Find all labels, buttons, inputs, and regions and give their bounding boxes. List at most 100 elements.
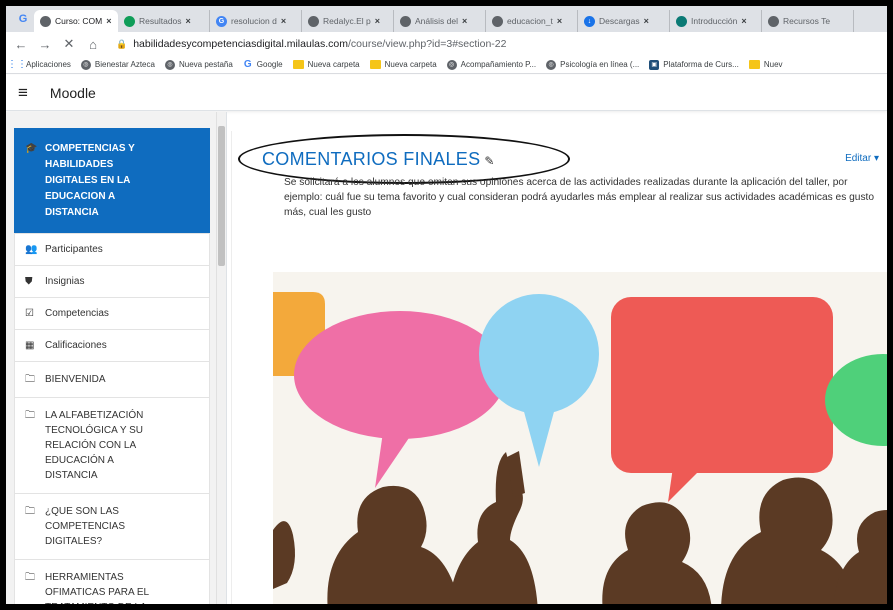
tab-close-icon[interactable]: ×: [281, 16, 286, 26]
drawer-section-item[interactable]: 🗀 ¿QUE SON LAS COMPETENCIAS DIGITALES?: [14, 493, 210, 559]
bookmark-item[interactable]: Nueva carpeta: [369, 60, 437, 69]
nav-drawer: 🎓 COMPETENCIAS Y HABILIDADES DIGITALES EN…: [6, 112, 227, 604]
bookmark-label: Bienestar Azteca: [94, 60, 155, 69]
drawer-section-item[interactable]: 🗀 BIENVENIDA: [14, 361, 210, 397]
browser-toolbar: ← → ✕ ⌂ 🔒 habilidadesycompetenciasdigita…: [6, 32, 887, 56]
home-icon[interactable]: ⌂: [84, 35, 102, 53]
bookmark-label: Nueva carpeta: [384, 60, 437, 69]
google-icon: G: [216, 15, 227, 27]
site-name[interactable]: Moodle: [50, 85, 96, 101]
drawer-link-item[interactable]: 👥 Participantes: [14, 233, 210, 265]
tab-close-icon[interactable]: ×: [741, 16, 746, 26]
folder-icon: 🗀: [25, 374, 35, 385]
browser-tab[interactable]: educacion_t ×: [486, 10, 578, 32]
url-path: /course/view.php?id=3#section-22: [348, 38, 507, 50]
drawer-item-label: Competencias: [45, 308, 109, 319]
globe-icon: ◎: [80, 59, 91, 70]
bookmark-label: Nueva pestaña: [178, 60, 233, 69]
browser-tab[interactable]: Gresolucion d ×: [210, 10, 302, 32]
tab-title: Resultados: [139, 16, 182, 26]
address-bar[interactable]: habilidadesycompetenciasdigital.milaulas…: [133, 38, 506, 50]
bookmark-item[interactable]: ▣ Plataforma de Curs...: [649, 59, 739, 70]
tab-title: resolucion d: [231, 16, 277, 26]
tab-close-icon[interactable]: ×: [644, 16, 649, 26]
tab-close-icon[interactable]: ×: [375, 16, 380, 26]
drawer-link-item[interactable]: ☑ Competencias: [14, 297, 210, 329]
tab-title: Redalyc.El p: [323, 16, 371, 26]
bookmark-item[interactable]: ◎ Bienestar Azteca: [80, 59, 155, 70]
drawer-section-item[interactable]: 🗀 HERRAMIENTAS OFIMATICAS PARA EL TRATAMI…: [14, 559, 210, 604]
section-summary: Se solicitará a los alumnos que emitan s…: [284, 177, 875, 218]
drawer-item-label: BIENVENIDA: [45, 374, 106, 385]
drawer-link-item[interactable]: ▦ Calificaciones: [14, 329, 210, 361]
folder-icon: [748, 60, 760, 69]
browser-tab[interactable]: Introducción ×: [670, 10, 762, 32]
tab-close-icon[interactable]: ×: [106, 16, 111, 26]
globe-icon: ◎: [164, 59, 175, 70]
folder-icon: 🗀: [25, 572, 35, 583]
globe-icon: [400, 15, 411, 27]
bookmark-label: Plataforma de Curs...: [663, 60, 739, 69]
drawer-link-item[interactable]: ⛊ Insignias: [14, 265, 210, 297]
back-arrow-icon[interactable]: ←: [12, 35, 30, 53]
tab-strip: G Curso: COM × Resultados × Gresolucion d × Re…: [6, 6, 887, 32]
tab-title: Recursos Te: [783, 16, 831, 26]
download-icon: ↓: [584, 15, 595, 27]
drawer-item-label: Insignias: [45, 276, 85, 287]
apps-icon: ⋮⋮: [7, 59, 27, 70]
tab-close-icon[interactable]: ×: [186, 16, 191, 26]
bookmark-item[interactable]: Nuev: [748, 60, 783, 69]
drawer-scrollbar-thumb[interactable]: [218, 126, 225, 266]
close-icon[interactable]: ✕: [60, 35, 78, 53]
bookmark-item[interactable]: ◎ Nueva pestaña: [164, 59, 233, 70]
folder-icon: 🗀: [25, 410, 35, 421]
drawer-course-item[interactable]: 🎓 COMPETENCIAS Y HABILIDADES DIGITALES EN…: [14, 128, 210, 233]
drawer-section-item[interactable]: 🗀 LA ALFABETIZACIÓN TECNOLÓGICA Y SU RELA…: [14, 397, 210, 493]
drawer-item-label: HERRAMIENTAS OFIMATICAS PARA EL TRATAMIE…: [45, 572, 150, 604]
page-icon: [676, 15, 687, 27]
bookmark-item[interactable]: ◎ Acompañamiento P...: [446, 59, 537, 70]
bookmark-item[interactable]: Nueva carpeta: [292, 60, 360, 69]
bookmark-label: Acompañamiento P...: [460, 60, 537, 69]
bookmarks-bar: ⋮⋮ Aplicaciones ◎ Bienestar Azteca ◎ Nueva pe…: [6, 56, 887, 74]
lock-icon[interactable]: 🔒: [116, 39, 127, 50]
drawer-item-label: COMPETENCIAS Y HABILIDADES DIGITALES EN …: [45, 143, 135, 218]
browser-tab[interactable]: Redalyc.El p ×: [302, 10, 394, 32]
bookmark-label: Nueva carpeta: [307, 60, 360, 69]
bookmark-item[interactable]: G Google: [243, 59, 283, 70]
tab-title: Descargas: [599, 16, 640, 26]
tab-title: educacion_t: [507, 16, 553, 26]
tab-close-icon[interactable]: ×: [557, 16, 562, 26]
tab-close-icon[interactable]: ×: [462, 16, 467, 26]
drawer-item-label: Calificaciones: [45, 340, 107, 351]
bookmark-item[interactable]: ⋮⋮ Aplicaciones: [7, 59, 71, 70]
bookmark-label: Google: [256, 60, 283, 69]
browser-tab[interactable]: ↓ Descargas ×: [578, 10, 670, 32]
platform-icon: ▣: [649, 59, 660, 70]
google-icon[interactable]: G: [16, 12, 30, 26]
bookmark-item[interactable]: ◎ Psicología en línea (...: [546, 59, 639, 70]
globe-icon: [40, 15, 51, 27]
globe-icon: ◎: [546, 59, 557, 70]
forward-arrow-icon[interactable]: →: [36, 35, 54, 53]
browser-tab[interactable]: Recursos Te: [762, 10, 854, 32]
google-icon: G: [243, 59, 252, 70]
illustration-svg: [273, 272, 887, 604]
graduation-cap-icon: 🎓: [25, 143, 38, 154]
globe-icon: [768, 15, 779, 27]
tab-title: Curso: COM: [55, 16, 103, 26]
speech-bubbles-illustration: [273, 272, 887, 604]
bookmark-label: Nuev: [763, 60, 783, 69]
browser-tab[interactable]: Análisis del ×: [394, 10, 486, 32]
globe-icon: [308, 15, 319, 27]
shield-icon: ⛊: [25, 276, 33, 287]
drawer-scrollbar[interactable]: [216, 112, 226, 604]
edit-menu-button[interactable]: Editar ▾: [845, 153, 879, 164]
tab-title: Análisis del: [415, 16, 458, 26]
menu-icon[interactable]: ≡: [18, 83, 28, 103]
browser-tab[interactable]: Curso: COM ×: [34, 10, 118, 32]
browser-tab[interactable]: Resultados ×: [118, 10, 210, 32]
url-domain: habilidadesycompetenciasdigital.milaulas…: [133, 38, 348, 50]
tab-title: Introducción: [691, 16, 738, 26]
drawer-item-label: ¿QUE SON LAS COMPETENCIAS DIGITALES?: [45, 506, 126, 547]
